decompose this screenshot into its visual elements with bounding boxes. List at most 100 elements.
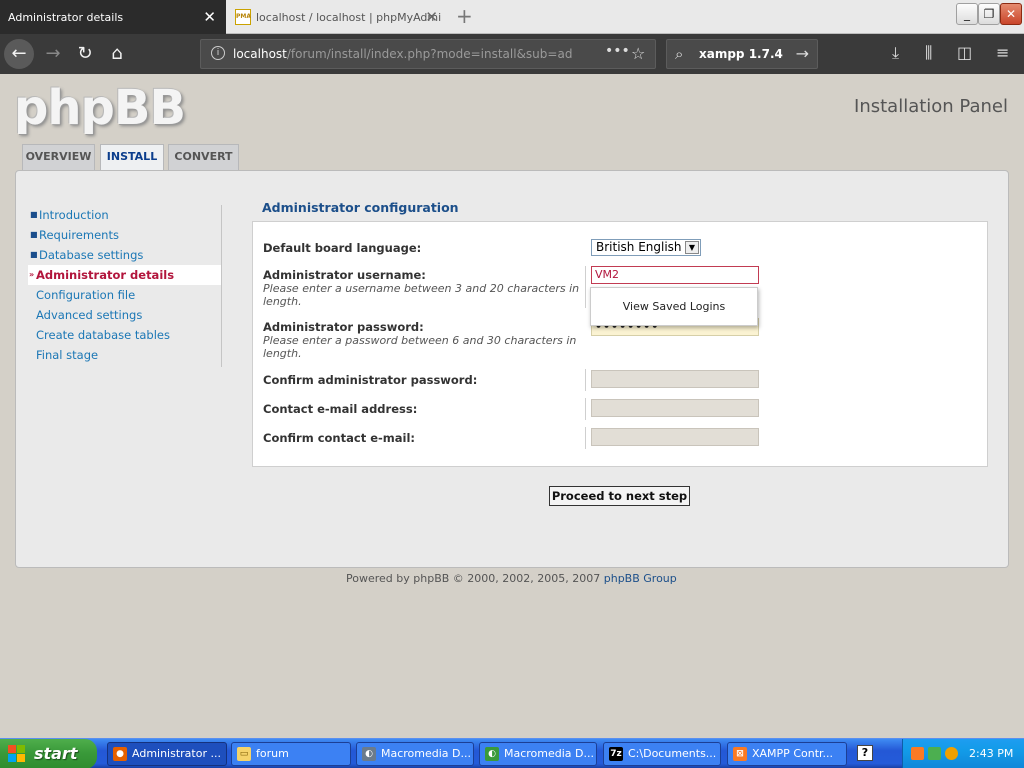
admin-config-form: Default board language: British English … bbox=[252, 221, 988, 467]
search-bar[interactable]: ⌕ xampp 1.7.4 → bbox=[666, 39, 818, 69]
language-select[interactable]: British English ▼ bbox=[591, 239, 701, 256]
email-label: Contact e-mail address: bbox=[263, 402, 418, 416]
windows-flag-icon bbox=[8, 745, 26, 763]
close-tab-icon[interactable]: ✕ bbox=[425, 8, 438, 26]
7zip-icon: 7z bbox=[609, 747, 623, 761]
tab-overview[interactable]: OVERVIEW bbox=[22, 144, 95, 170]
network-tray-icon[interactable] bbox=[928, 747, 941, 760]
password-label: Administrator password: bbox=[263, 320, 424, 334]
page-actions-icon[interactable]: ••• bbox=[605, 43, 630, 59]
browser-tab-strip: Administrator details ✕ PMA localhost / … bbox=[0, 0, 1024, 34]
divider bbox=[585, 427, 586, 449]
taskbar-item-xampp[interactable]: ⊠ XAMPP Contr... bbox=[727, 742, 847, 766]
reload-icon[interactable]: ↻ bbox=[70, 39, 100, 69]
proceed-button[interactable]: Proceed to next step bbox=[549, 486, 690, 506]
tab-title: localhost / localhost | phpMyAdmi bbox=[256, 10, 442, 24]
browser-tab-active[interactable]: Administrator details ✕ bbox=[0, 0, 226, 34]
menu-item-configuration-file: Configuration file bbox=[36, 288, 136, 302]
url-host: localhost bbox=[233, 47, 287, 61]
hamburger-menu-icon[interactable]: ≡ bbox=[996, 43, 1009, 62]
password-help: Please enter a password between 6 and 30… bbox=[263, 334, 577, 360]
bookmark-star-icon[interactable]: ☆ bbox=[631, 44, 645, 63]
search-query: xampp 1.7.4 bbox=[699, 47, 783, 61]
tab-install[interactable]: INSTALL bbox=[100, 144, 164, 171]
menu-item-create-database-tables: Create database tables bbox=[36, 328, 170, 342]
panel-title: Installation Panel bbox=[854, 96, 1008, 117]
menu-item-requirements[interactable]: ■ Requirements bbox=[28, 225, 221, 245]
xampp-icon: ⊠ bbox=[733, 747, 747, 761]
restore-window-button[interactable]: ❐ bbox=[978, 3, 1000, 25]
downloads-icon[interactable]: ⤓ bbox=[892, 43, 899, 63]
confirm-email-label: Confirm contact e-mail: bbox=[263, 431, 415, 445]
dreamweaver-icon: ◐ bbox=[362, 747, 376, 761]
divider bbox=[585, 266, 586, 308]
username-help: Please enter a username between 3 and 20… bbox=[263, 282, 580, 308]
search-tray-icon[interactable] bbox=[945, 747, 958, 760]
minimize-window-button[interactable]: _ bbox=[956, 3, 978, 25]
site-info-icon[interactable]: i bbox=[211, 46, 225, 60]
menu-item-advanced-settings: Advanced settings bbox=[36, 308, 143, 322]
phpbb-logo: phpBB bbox=[14, 80, 186, 136]
clock: 2:43 PM bbox=[969, 747, 1014, 760]
confirm-password-label: Confirm administrator password: bbox=[263, 373, 478, 387]
url-bar[interactable]: i localhost/forum/install/index.php?mode… bbox=[200, 39, 656, 69]
url-text: localhost/forum/install/index.php?mode=i… bbox=[233, 47, 573, 61]
taskbar-item-7zip[interactable]: 7z C:\Documents... bbox=[603, 742, 721, 766]
browser-tab-phpmyadmin[interactable]: PMA localhost / localhost | phpMyAdmi ✕ bbox=[228, 0, 444, 34]
username-input[interactable]: VM2 bbox=[591, 266, 759, 284]
footer-text-wrap: Powered by phpBB © 2000, 2002, 2005, 200… bbox=[346, 572, 677, 585]
start-label: start bbox=[34, 744, 78, 763]
home-icon[interactable]: ⌂ bbox=[102, 39, 132, 69]
taskbar-item-browser[interactable]: ● Administrator ... bbox=[107, 742, 227, 766]
close-window-button[interactable]: ✕ bbox=[1000, 3, 1022, 25]
forward-arrow-icon[interactable]: → bbox=[38, 39, 68, 69]
menu-item-final-stage: Final stage bbox=[36, 348, 99, 362]
install-steps-menu: ■ Introduction ■ Requirements ■ Database se… bbox=[28, 205, 222, 367]
current-step-arrow-icon: » bbox=[29, 270, 35, 279]
chevron-down-icon: ▼ bbox=[685, 241, 699, 254]
bullet-icon: ■ bbox=[30, 210, 38, 219]
new-tab-icon[interactable]: + bbox=[456, 4, 473, 28]
language-label: Default board language: bbox=[263, 241, 422, 255]
username-label: Administrator username: bbox=[263, 268, 426, 282]
section-title: Administrator configuration bbox=[262, 200, 459, 215]
divider bbox=[585, 398, 586, 420]
browser-navbar: ← → ↻ ⌂ i localhost/forum/install/index.… bbox=[0, 34, 1024, 74]
confirm-password-input[interactable] bbox=[591, 370, 759, 388]
menu-item-database-settings[interactable]: ■ Database settings bbox=[28, 245, 221, 265]
bullet-icon: ■ bbox=[30, 250, 38, 259]
menu-item-introduction[interactable]: ■ Introduction bbox=[28, 205, 221, 225]
menu-item-administrator-details[interactable]: » Administrator details bbox=[28, 265, 221, 285]
system-tray: 2:43 PM bbox=[902, 739, 1024, 768]
sidebar-icon[interactable]: ◫ bbox=[957, 43, 972, 62]
help-icon[interactable]: ? bbox=[857, 745, 873, 761]
xampp-tray-icon[interactable] bbox=[911, 747, 924, 760]
install-content: ■ Introduction ■ Requirements ■ Database se… bbox=[15, 170, 1009, 568]
firefox-icon: ● bbox=[113, 747, 127, 761]
footer-link[interactable]: phpBB Group bbox=[604, 572, 677, 585]
taskbar-item-dreamweaver-1[interactable]: ◐ Macromedia D... bbox=[356, 742, 474, 766]
dreamweaver-green-icon: ◐ bbox=[485, 747, 499, 761]
url-path: /forum/install/index.php?mode=install&su… bbox=[286, 47, 573, 61]
back-arrow-icon[interactable]: ← bbox=[4, 39, 34, 69]
phpmyadmin-favicon-icon: PMA bbox=[235, 9, 251, 25]
windows-taskbar: start ● Administrator ... ▭ forum ◐ Macr… bbox=[0, 738, 1024, 768]
search-icon: ⌕ bbox=[675, 45, 684, 63]
search-go-arrow-icon[interactable]: → bbox=[796, 44, 809, 63]
email-input[interactable] bbox=[591, 399, 759, 417]
library-icon[interactable]: ⫼ bbox=[925, 43, 932, 63]
language-select-value: British English bbox=[596, 240, 682, 254]
tab-convert[interactable]: CONVERT bbox=[168, 144, 239, 170]
divider bbox=[585, 369, 586, 391]
phpbb-install-page: phpBB Installation Panel OVERVIEW INSTAL… bbox=[0, 74, 1024, 738]
bullet-icon: ■ bbox=[30, 230, 38, 239]
taskbar-item-dreamweaver-2[interactable]: ◐ Macromedia D... bbox=[479, 742, 597, 766]
close-tab-icon[interactable]: ✕ bbox=[203, 8, 216, 26]
taskbar-item-forum-folder[interactable]: ▭ forum bbox=[231, 742, 351, 766]
folder-icon: ▭ bbox=[237, 747, 251, 761]
start-button[interactable]: start bbox=[0, 739, 97, 768]
footer-text: Powered by phpBB © 2000, 2002, 2005, 200… bbox=[346, 572, 601, 585]
tab-title: Administrator details bbox=[8, 10, 124, 24]
confirm-email-input[interactable] bbox=[591, 428, 759, 446]
view-saved-logins-popup[interactable]: View Saved Logins bbox=[590, 287, 758, 326]
